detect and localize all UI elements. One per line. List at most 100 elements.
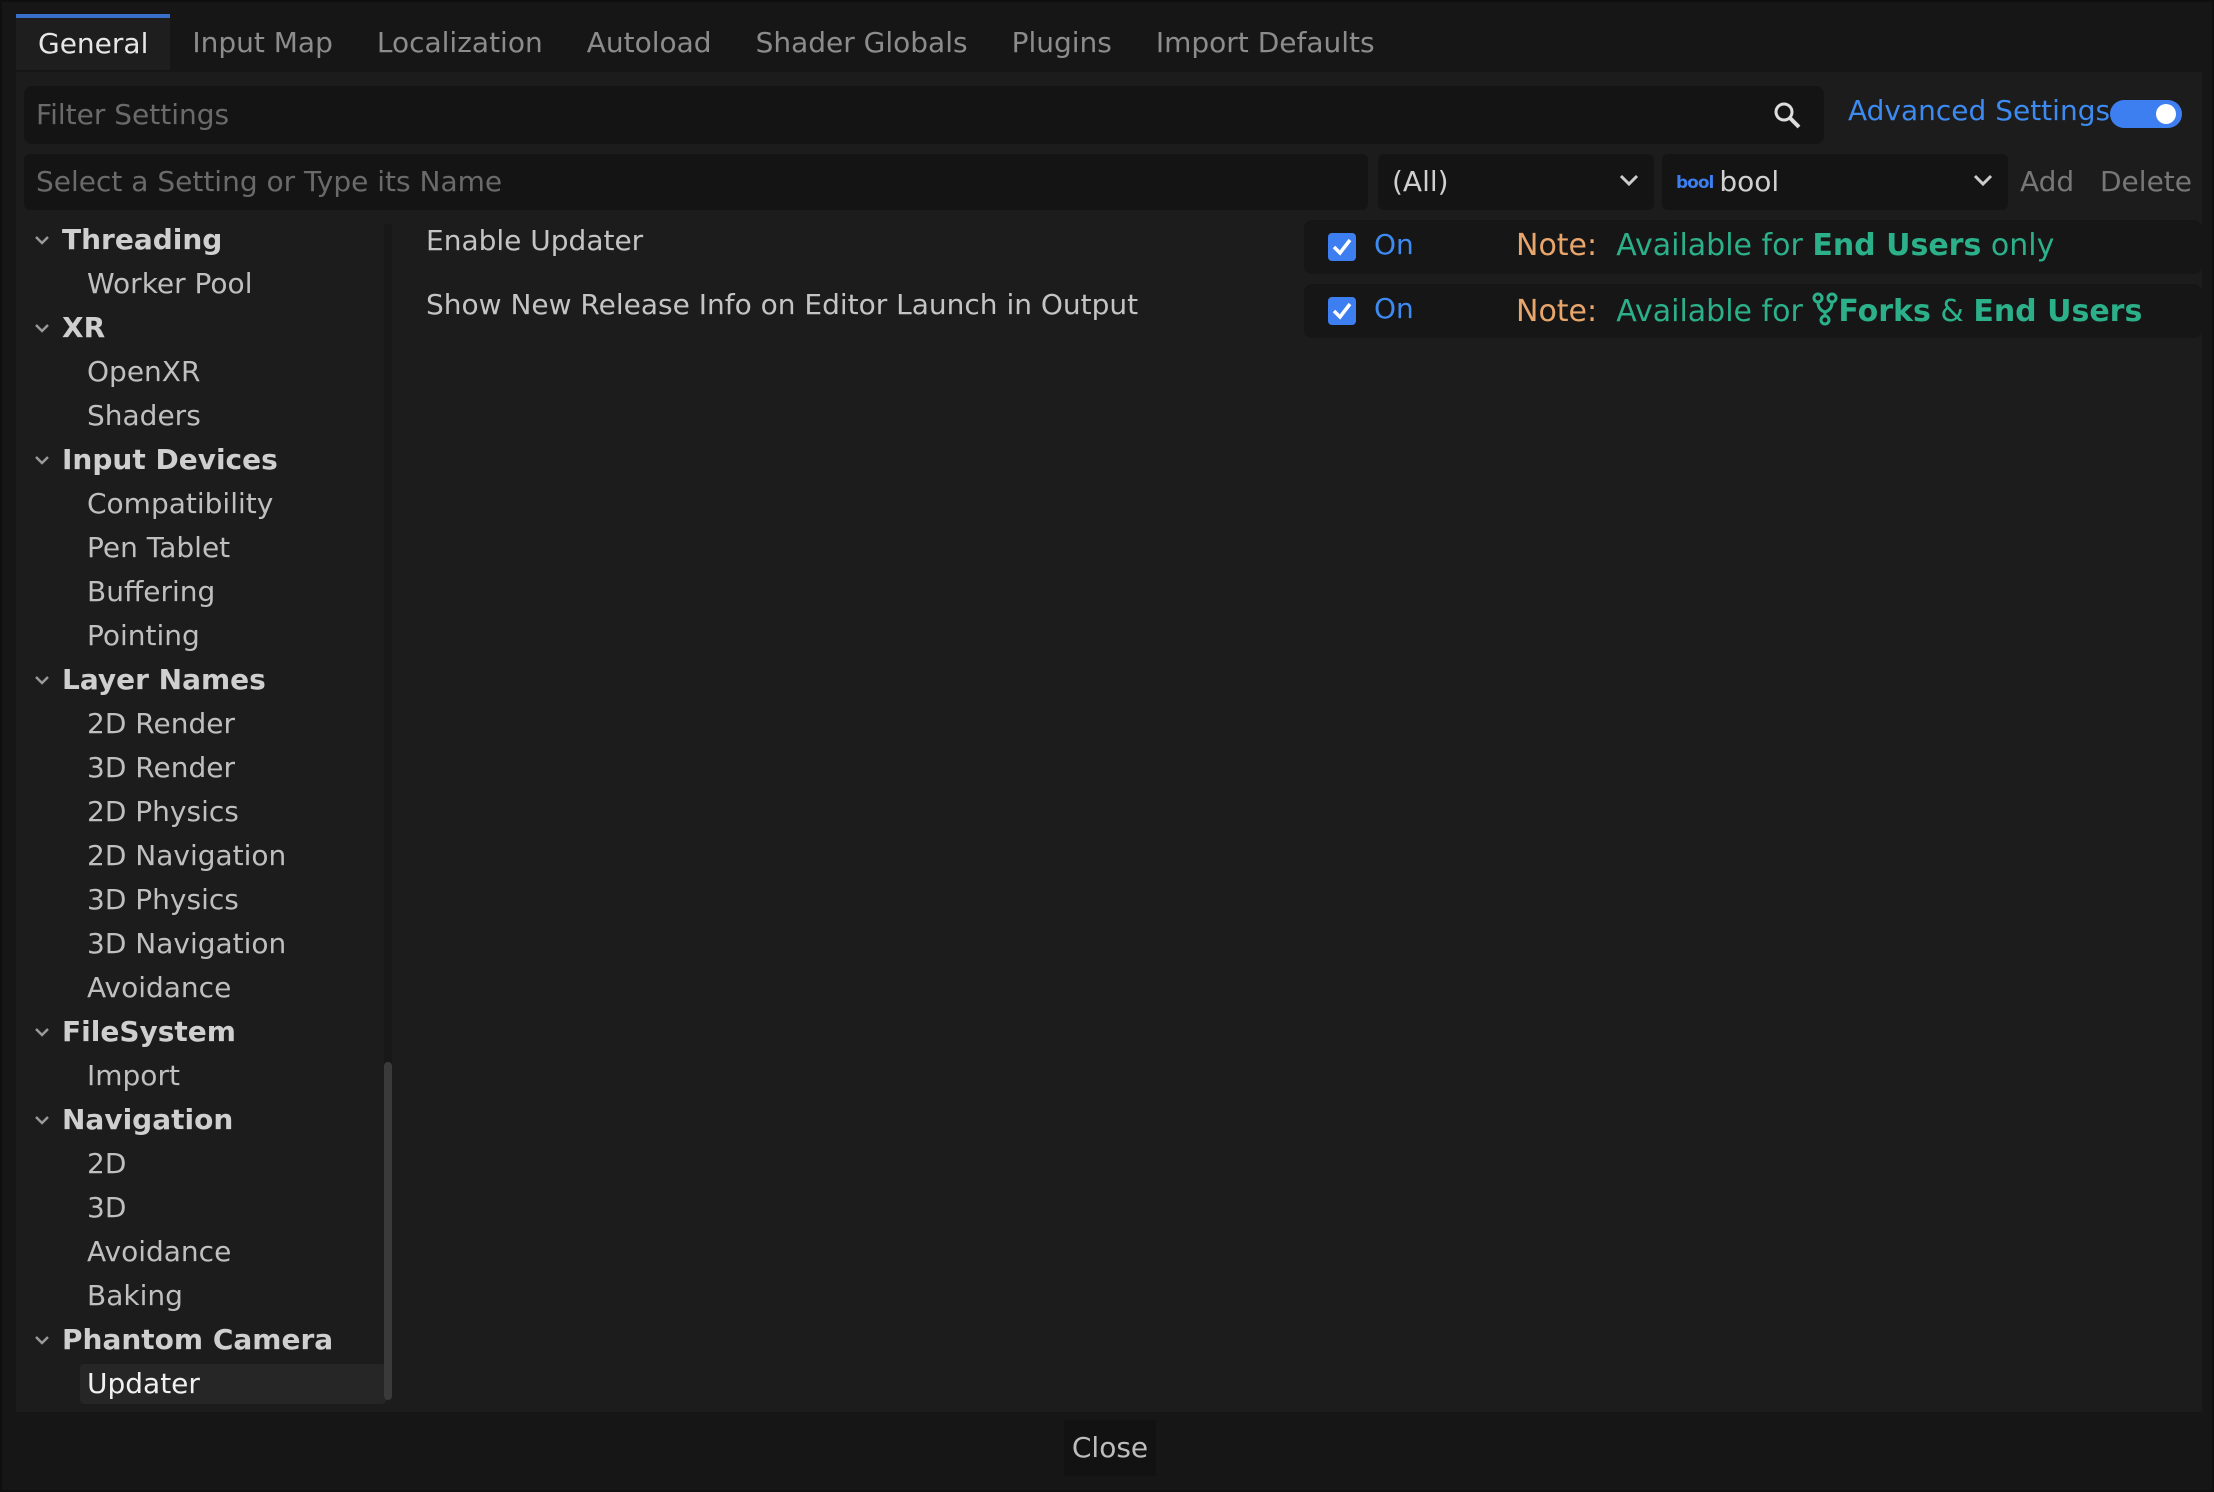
note-text: Available for <box>1616 294 1803 329</box>
chevron-down-icon[interactable] <box>32 1320 52 1360</box>
close-button[interactable]: Close <box>1064 1420 1156 1476</box>
tree-item[interactable]: 3D Render <box>87 748 235 788</box>
tree-item-label: Avoidance <box>87 1235 232 1268</box>
tree-category[interactable]: Input Devices <box>35 440 278 480</box>
tree-item[interactable]: Compatibility <box>87 484 273 524</box>
setting-value: On Note: Available for End Users only <box>1304 220 2202 274</box>
tree-item-label: 2D Physics <box>87 795 239 828</box>
tree-item-label: OpenXR <box>87 355 201 388</box>
tree-item-label: Layer Names <box>62 663 266 696</box>
filter-placeholder: Filter Settings <box>36 98 230 131</box>
chevron-down-icon[interactable] <box>32 308 52 348</box>
scrollbar-thumb[interactable] <box>384 1062 392 1400</box>
tree-item[interactable]: 3D Navigation <box>87 924 286 964</box>
tree-item-label: 2D <box>87 1147 127 1180</box>
note-audience: End Users <box>1973 294 2143 329</box>
delete-button[interactable]: Delete <box>2100 165 2192 198</box>
setting-name-placeholder: Select a Setting or Type its Name <box>36 165 503 198</box>
tree-item-label: 2D Navigation <box>87 839 287 872</box>
tree-item-label: Threading <box>62 223 223 256</box>
tree-item[interactable]: 2D Physics <box>87 792 239 832</box>
type-value: bool <box>1719 165 1780 198</box>
tree-item-label: Updater <box>87 1367 200 1400</box>
tree-category[interactable]: Layer Names <box>35 660 266 700</box>
tree-item-label: Avoidance <box>87 971 232 1004</box>
category-value: (All) <box>1392 165 1449 198</box>
chevron-down-icon[interactable] <box>32 660 52 700</box>
tree-item[interactable]: Pen Tablet <box>87 528 230 568</box>
search-icon <box>1774 102 1801 129</box>
tree-item[interactable]: 2D <box>87 1144 126 1184</box>
checkbox[interactable] <box>1328 297 1356 325</box>
tree-item[interactable]: Worker Pool <box>87 264 252 304</box>
availability-note: Note: Available for End Users only <box>1516 228 2054 263</box>
tree-category[interactable]: XR <box>35 308 105 348</box>
add-button[interactable]: Add <box>2020 165 2074 198</box>
tree-item-label: Worker Pool <box>87 267 253 300</box>
tab-localization[interactable]: Localization <box>355 14 565 70</box>
tree-item-label: Pen Tablet <box>87 531 231 564</box>
tree-item[interactable]: Buffering <box>87 572 215 612</box>
category-select[interactable]: (All) <box>1378 154 1654 210</box>
tree-item[interactable]: Avoidance <box>87 1232 231 1272</box>
tree-item[interactable]: 3D Physics <box>87 880 239 920</box>
tree-category[interactable]: FileSystem <box>35 1012 236 1052</box>
note-amp: & <box>1940 294 1964 329</box>
tab-plugins[interactable]: Plugins <box>990 14 1134 70</box>
tree-item-label: Compatibility <box>87 487 274 520</box>
tree-category[interactable]: Navigation <box>35 1100 234 1140</box>
chevron-down-icon[interactable] <box>32 1012 52 1052</box>
settings-panel: Filter Settings Advanced Settings Select… <box>16 72 2202 1412</box>
note-audience: End Users <box>1812 228 1982 263</box>
note-label: Note: <box>1516 228 1598 263</box>
project-settings-window: General Input Map Localization Autoload Shad… <box>2 2 2212 1490</box>
note-forks: Forks <box>1838 294 1931 329</box>
advanced-settings-toggle[interactable] <box>2110 100 2182 128</box>
note-tail: only <box>1990 228 2055 263</box>
chevron-down-icon <box>1619 174 1639 187</box>
setting-label: Show New Release Info on Editor Launch i… <box>426 288 1139 321</box>
chevron-down-icon[interactable] <box>32 1100 52 1140</box>
tab-bar: General Input Map Localization Autoload Shad… <box>16 14 1397 70</box>
note-label: Note: <box>1516 294 1598 329</box>
tree-item-label: 3D Navigation <box>87 927 287 960</box>
tree-category[interactable]: Threading <box>35 220 223 260</box>
tree-item-label: Import <box>87 1059 180 1092</box>
tree-item-label: Baking <box>87 1279 183 1312</box>
tree-item-label: 2D Render <box>87 707 235 740</box>
tab-input-map[interactable]: Input Map <box>170 14 355 70</box>
setting-label: Enable Updater <box>426 224 644 257</box>
tree-item-label: 3D <box>87 1191 127 1224</box>
type-select[interactable]: bool bool <box>1662 154 2008 210</box>
on-label: On <box>1374 228 1414 261</box>
tree-item[interactable]: Baking <box>87 1276 183 1316</box>
tree-item[interactable]: 2D Render <box>87 704 235 744</box>
tree-item[interactable]: Pointing <box>87 616 200 656</box>
tree-item[interactable]: 3D <box>87 1188 126 1228</box>
tree-item[interactable]: 2D Navigation <box>87 836 286 876</box>
setting-value: On Note: Available for Forks & End Users <box>1304 284 2202 338</box>
checkbox[interactable] <box>1328 233 1356 261</box>
tree-item[interactable]: Shaders <box>87 396 201 436</box>
tree-category[interactable]: Phantom Camera <box>35 1320 333 1360</box>
checkmark-icon <box>1332 238 1352 256</box>
filter-settings-input[interactable]: Filter Settings <box>24 86 1824 144</box>
tree-item[interactable]: Updater <box>80 1364 386 1404</box>
chevron-down-icon <box>1973 174 1993 187</box>
tree-scrollbar[interactable] <box>384 224 392 1400</box>
tree-item-label: Navigation <box>62 1103 234 1136</box>
tab-autoload[interactable]: Autoload <box>565 14 734 70</box>
tree-item-label: 3D Render <box>87 751 235 784</box>
tab-import-defaults[interactable]: Import Defaults <box>1134 14 1397 70</box>
chevron-down-icon[interactable] <box>32 220 52 260</box>
tab-general[interactable]: General <box>16 14 171 70</box>
tree-item-label: Input Devices <box>62 443 278 476</box>
fork-icon <box>1812 292 1838 326</box>
tab-shader-globals[interactable]: Shader Globals <box>734 14 990 70</box>
setting-name-input[interactable]: Select a Setting or Type its Name <box>24 154 1368 210</box>
tree-item-label: Buffering <box>87 575 216 608</box>
tree-item[interactable]: Avoidance <box>87 968 231 1008</box>
tree-item[interactable]: OpenXR <box>87 352 200 392</box>
chevron-down-icon[interactable] <box>32 440 52 480</box>
tree-item[interactable]: Import <box>87 1056 180 1096</box>
